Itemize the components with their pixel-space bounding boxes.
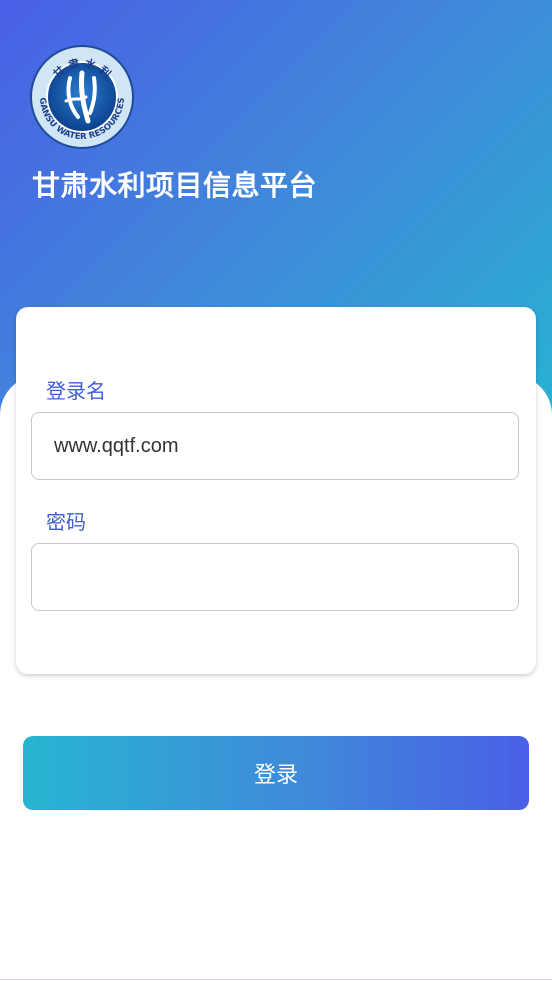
username-label: 登录名: [46, 379, 106, 403]
gansu-water-logo-icon: 甘 肃 水 利 GANSU WATER RESOURCES: [30, 45, 134, 149]
login-button[interactable]: 登录: [23, 736, 529, 810]
bottom-divider: [0, 979, 552, 980]
password-label: 密码: [46, 510, 86, 534]
login-form-card: 登录名 密码: [16, 307, 536, 674]
username-input[interactable]: [31, 412, 519, 480]
password-input[interactable]: [31, 543, 519, 611]
login-screen: 甘 肃 水 利 GANSU WATER RESOURCES 甘肃水利项目信息平台…: [0, 0, 552, 981]
app-title: 甘肃水利项目信息平台: [32, 169, 318, 202]
